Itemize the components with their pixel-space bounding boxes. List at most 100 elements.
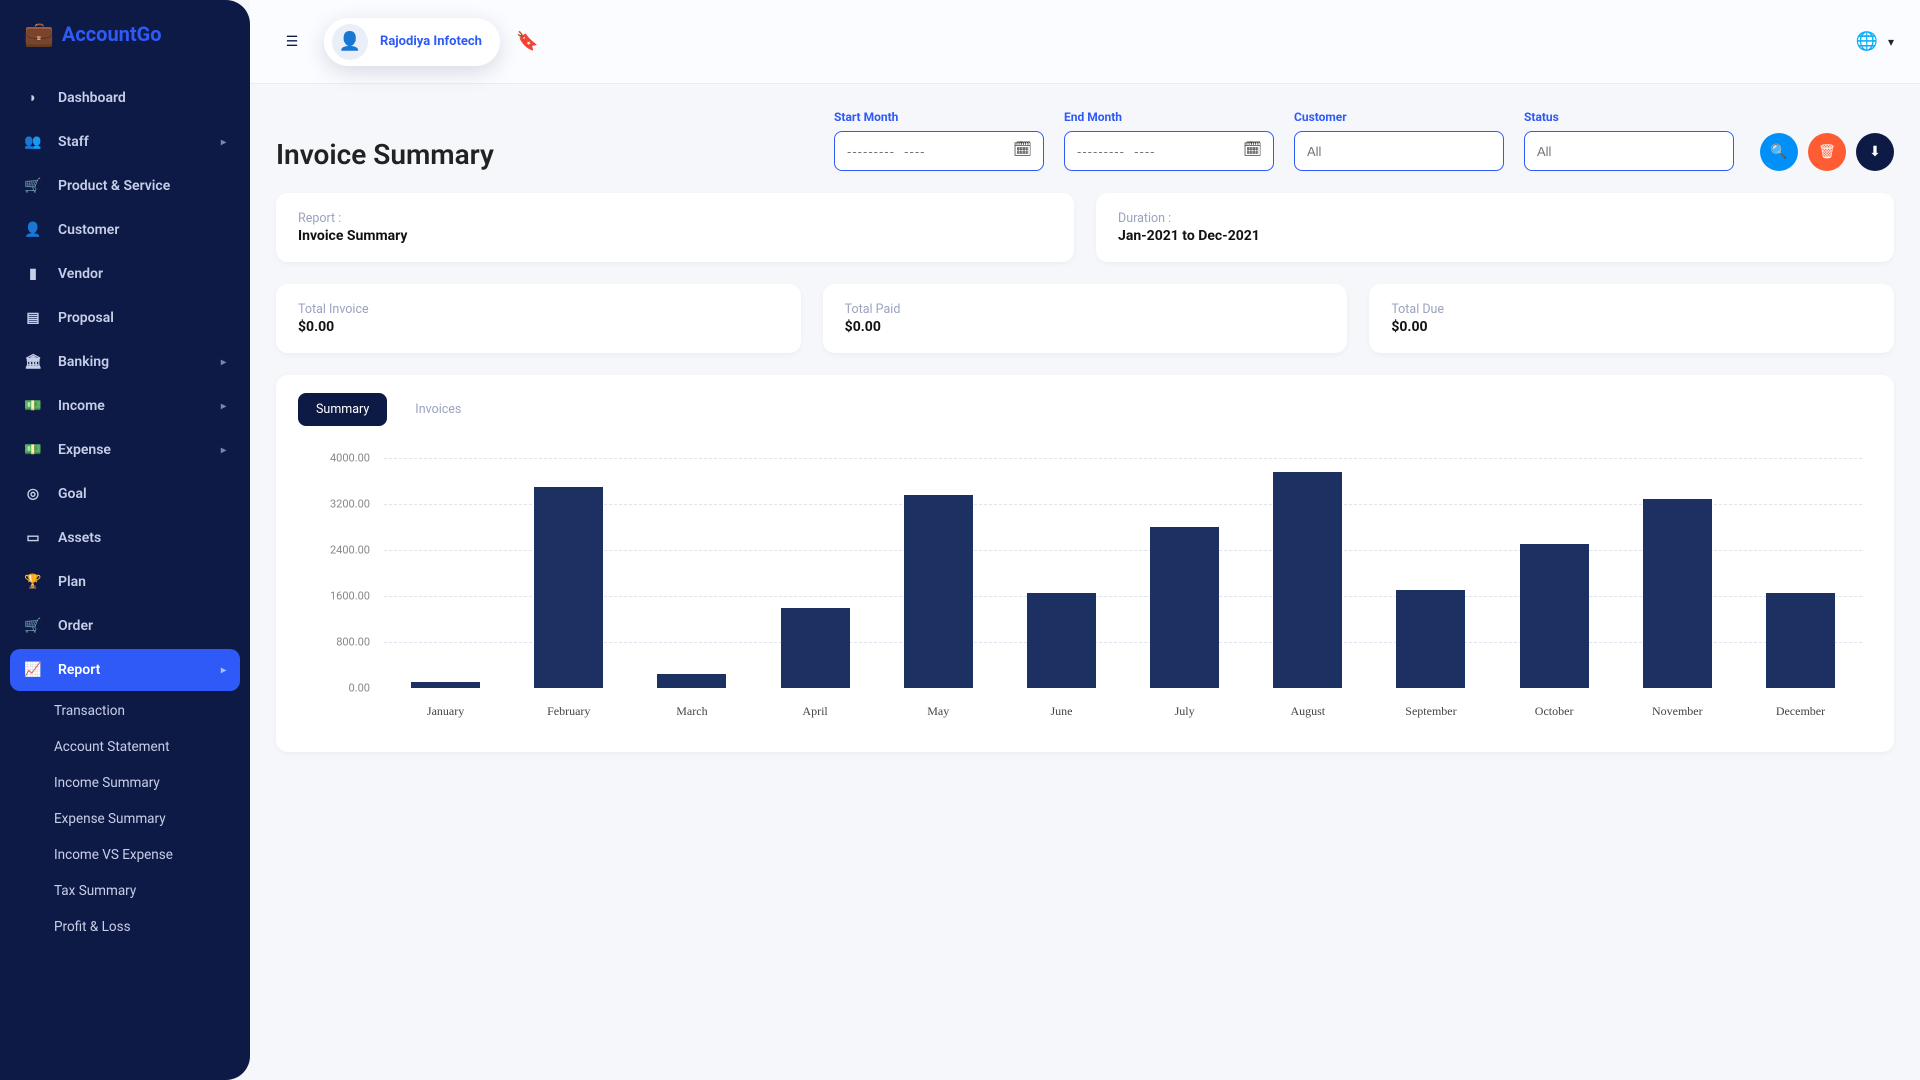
sidebar-subitem-profit-loss[interactable]: Profit & Loss <box>40 909 240 945</box>
card-label: Duration : <box>1118 211 1872 226</box>
x-label: March <box>630 696 753 728</box>
filter-status: Status <box>1524 110 1734 171</box>
sidebar-subitem-tax-summary[interactable]: Tax Summary <box>40 873 240 909</box>
brand-name: AccountGo <box>62 22 162 46</box>
bar-july <box>1150 527 1219 688</box>
sidebar-item-goal[interactable]: ◎Goal <box>10 473 240 515</box>
card-duration: Duration : Jan-2021 to Dec-2021 <box>1096 193 1894 262</box>
nav-icon: 🛒 <box>24 618 42 634</box>
x-label: May <box>877 696 1000 728</box>
sidebar-subitem-account-statement[interactable]: Account Statement <box>40 729 240 765</box>
company-pill[interactable]: 👤 Rajodiya Infotech <box>324 18 500 66</box>
status-input[interactable] <box>1524 131 1734 171</box>
x-label: November <box>1616 696 1739 728</box>
sidebar-item-order[interactable]: 🛒 Order <box>10 605 240 647</box>
download-button[interactable]: ⬇ <box>1856 133 1894 171</box>
nav-label: Report <box>58 662 100 678</box>
page-title: Invoice Summary <box>276 138 494 171</box>
bar-october <box>1520 544 1589 688</box>
sidebar-item-staff[interactable]: 👥Staff▸ <box>10 121 240 163</box>
sidebar-item-expense[interactable]: 💵Expense▸ <box>10 429 240 471</box>
filter-label: Start Month <box>834 110 1044 124</box>
x-label: December <box>1739 696 1862 728</box>
card-report: Report : Invoice Summary <box>276 193 1074 262</box>
bar-september <box>1396 590 1465 688</box>
nav-icon: 🏆 <box>24 574 42 590</box>
sidebar-item-product-service[interactable]: 🛒 Product & Service <box>10 165 240 207</box>
x-label: October <box>1493 696 1616 728</box>
sidebar-subitem-transaction[interactable]: Transaction <box>40 693 240 729</box>
nav: ◗Dashboard👥Staff▸🛒Product & Service👤Cust… <box>0 68 250 953</box>
bar-january <box>411 682 480 688</box>
search-button[interactable]: 🔍 <box>1760 133 1798 171</box>
sidebar-subitem-income-summary[interactable]: Income Summary <box>40 765 240 801</box>
start-month-input[interactable] <box>834 131 1044 171</box>
customer-input[interactable] <box>1294 131 1504 171</box>
menu-toggle-button[interactable]: ☰ <box>276 26 308 58</box>
chevron-down-icon[interactable]: ▾ <box>1888 35 1894 49</box>
sidebar-item-vendor[interactable]: ▮Vendor <box>10 253 240 295</box>
nav-icon: 💵 <box>24 442 42 458</box>
chevron-right-icon: ▸ <box>221 665 226 676</box>
filter-end-month: End Month 🗓 <box>1064 110 1274 171</box>
bar-december <box>1766 593 1835 688</box>
bar-november <box>1643 499 1712 688</box>
y-tick: 2400.00 <box>330 544 370 557</box>
nav-label: Staff <box>58 134 89 150</box>
nav-label: Banking <box>58 354 109 370</box>
nav-icon: 🏛 <box>24 354 42 370</box>
sidebar-subitem-expense-summary[interactable]: Expense Summary <box>40 801 240 837</box>
chart: 0.00800.001600.002400.003200.004000.00 J… <box>298 458 1872 728</box>
x-label: September <box>1369 696 1492 728</box>
sidebar-item-income[interactable]: 💵Income▸ <box>10 385 240 427</box>
bar-may <box>904 495 973 688</box>
nav-icon: 🛒 <box>24 178 42 194</box>
sidebar-item-assets[interactable]: ▭Assets <box>10 517 240 559</box>
nav-label: Vendor <box>58 266 103 282</box>
card-value: $0.00 <box>1391 319 1872 335</box>
x-label: August <box>1246 696 1369 728</box>
nav-label: Product & Service <box>58 178 170 194</box>
logo[interactable]: 💼 AccountGo <box>0 0 250 68</box>
nav-label: Expense <box>58 442 111 458</box>
chevron-right-icon: ▸ <box>221 137 226 148</box>
sidebar-subitem-income-vs-expense[interactable]: Income VS Expense <box>40 837 240 873</box>
filter-label: Status <box>1524 110 1734 124</box>
x-label: February <box>507 696 630 728</box>
bar-june <box>1027 593 1096 688</box>
nav-label: Customer <box>58 222 119 238</box>
delete-button[interactable]: 🗑 <box>1808 133 1846 171</box>
tab-invoices[interactable]: Invoices <box>397 393 479 426</box>
briefcase-icon: 💼 <box>24 20 54 48</box>
download-icon: ⬇ <box>1869 144 1881 160</box>
nav-icon: 💵 <box>24 398 42 414</box>
card-total-invoice: Total Invoice $0.00 <box>276 284 801 353</box>
hamburger-icon: ☰ <box>286 34 299 50</box>
nav-label: Proposal <box>58 310 114 326</box>
sidebar-item-dashboard[interactable]: ◗Dashboard <box>10 76 240 119</box>
sidebar-item-customer[interactable]: 👤 Customer <box>10 209 240 251</box>
trash-icon: 🗑 <box>1818 144 1836 160</box>
nav-label: Income <box>58 398 105 414</box>
card-label: Total Invoice <box>298 302 779 317</box>
filter-label: Customer <box>1294 110 1504 124</box>
sidebar-item-plan[interactable]: 🏆Plan <box>10 561 240 603</box>
language-switcher[interactable]: 🌐 <box>1856 31 1878 52</box>
sidebar-item-proposal[interactable]: ▤Proposal <box>10 297 240 339</box>
end-month-input[interactable] <box>1064 131 1274 171</box>
card-total-paid: Total Paid $0.00 <box>823 284 1348 353</box>
nav-label: Order <box>58 618 93 634</box>
tab-summary[interactable]: Summary <box>298 393 387 426</box>
nav-icon: 👤 <box>24 222 42 238</box>
nav-label: Dashboard <box>58 90 126 106</box>
bar-august <box>1273 472 1342 688</box>
card-label: Total Paid <box>845 302 1326 317</box>
bookmark-icon[interactable]: 🔖 <box>516 31 538 52</box>
sidebar-item-report[interactable]: 📈Report▸ <box>10 649 240 691</box>
y-tick: 0.00 <box>349 682 370 695</box>
filter-customer: Customer <box>1294 110 1504 171</box>
filter-start-month: Start Month 🗓 <box>834 110 1044 171</box>
x-label: April <box>754 696 877 728</box>
sidebar-item-banking[interactable]: 🏛Banking▸ <box>10 341 240 383</box>
nav-label: Goal <box>58 486 87 502</box>
